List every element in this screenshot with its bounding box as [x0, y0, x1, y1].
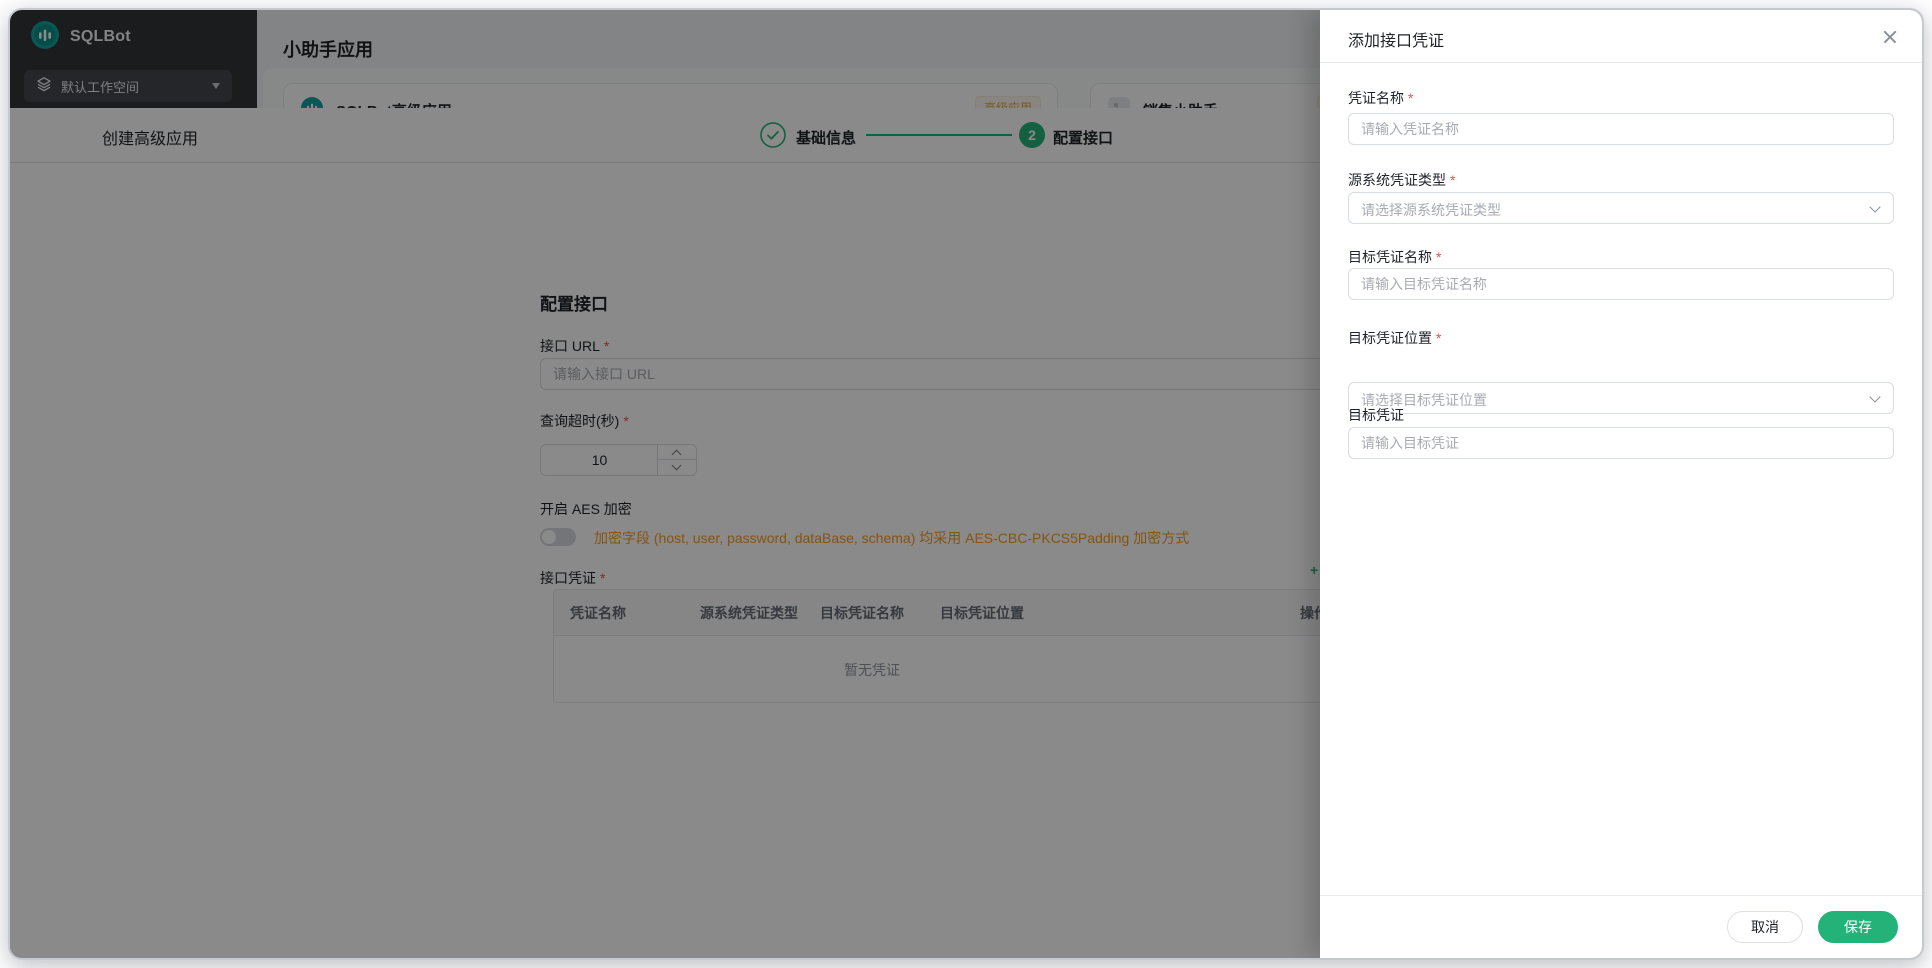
source-credential-type-select[interactable]: 请选择源系统凭证类型: [1348, 192, 1894, 224]
target-credential-input[interactable]: [1348, 427, 1894, 459]
target-credential-position-select[interactable]: 请选择目标凭证位置: [1348, 382, 1894, 414]
drawer-title: 添加接口凭证: [1348, 27, 1444, 51]
drawer-header: 添加接口凭证: [1320, 10, 1922, 63]
drawer-footer: 取消 保存: [1320, 895, 1922, 958]
target-credential-label: 目标凭证: [1348, 405, 1404, 425]
target-credential-name-label: 目标凭证名称: [1348, 247, 1441, 267]
credential-name-input[interactable]: [1348, 113, 1894, 145]
save-button[interactable]: 保存: [1818, 911, 1898, 943]
source-credential-type-label: 源系统凭证类型: [1348, 170, 1455, 190]
credential-name-label: 凭证名称: [1348, 88, 1413, 108]
chevron-down-icon: [1869, 201, 1880, 212]
add-credential-drawer: 添加接口凭证 凭证名称 源系统凭证类型 请选择源系统凭证类型 目标凭证名称 目标…: [1320, 10, 1922, 958]
chevron-down-icon: [1869, 391, 1880, 402]
app-window: SQLBot 默认工作空间 小助手应用: [8, 8, 1924, 960]
target-credential-name-input[interactable]: [1348, 268, 1894, 300]
select-placeholder: 请选择源系统凭证类型: [1361, 200, 1501, 220]
target-credential-position-label: 目标凭证位置: [1348, 328, 1441, 348]
cancel-button[interactable]: 取消: [1727, 911, 1803, 943]
close-icon[interactable]: [1882, 29, 1898, 45]
